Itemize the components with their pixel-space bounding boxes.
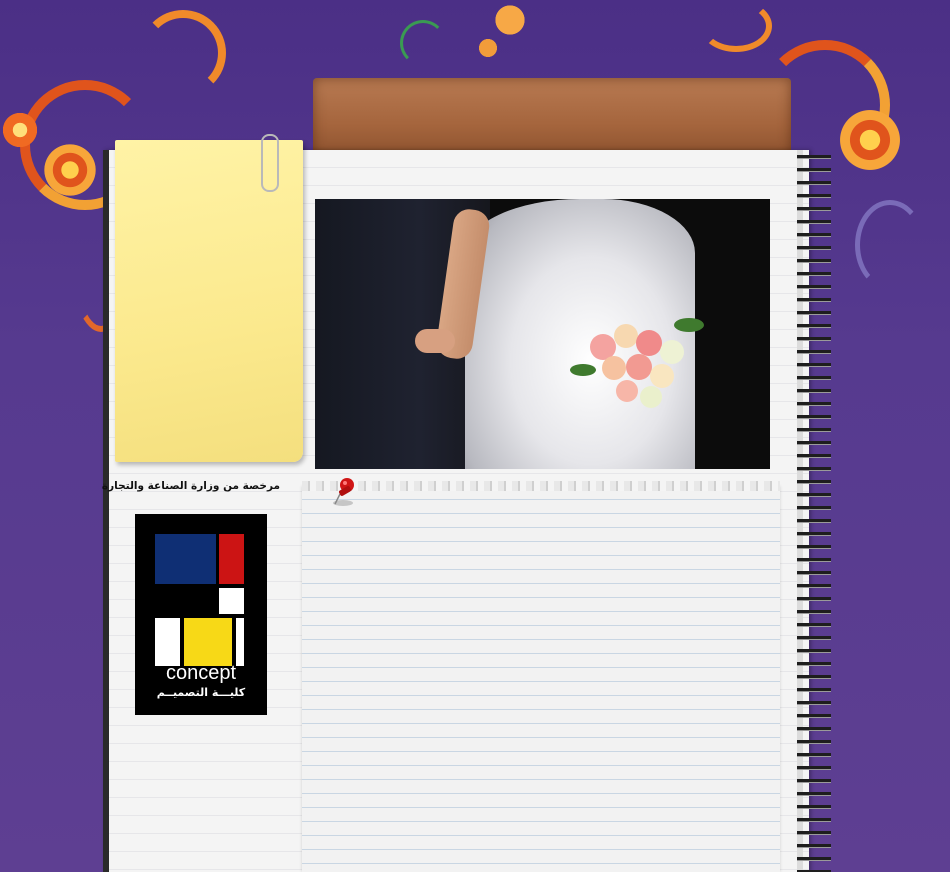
license-text: مرخصة من وزارة الصناعة والتجارة <box>101 480 280 492</box>
logo-wordmark: concept <box>165 662 237 684</box>
logo-blue-block <box>155 534 216 584</box>
flower-bouquet <box>570 294 730 434</box>
logo-yellow-block <box>184 618 232 666</box>
logo-red-block <box>219 534 244 584</box>
logo-white-block-small <box>219 588 244 614</box>
joined-hands <box>415 329 455 353</box>
concept-logo[interactable]: concept كليـــة التصميــم <box>135 514 267 715</box>
pushpin-icon <box>333 478 354 506</box>
paperclip-icon <box>261 134 279 192</box>
lined-paper <box>302 486 780 872</box>
wedding-photo <box>315 199 770 469</box>
paper-torn-edge <box>302 481 780 491</box>
logo-white-block-left <box>155 618 180 666</box>
spiral-binding <box>797 150 831 872</box>
logo-white-block-right <box>236 618 244 666</box>
notebook-top-tab <box>313 78 791 156</box>
logo-arabic-text: كليـــة التصميــم <box>156 686 246 699</box>
